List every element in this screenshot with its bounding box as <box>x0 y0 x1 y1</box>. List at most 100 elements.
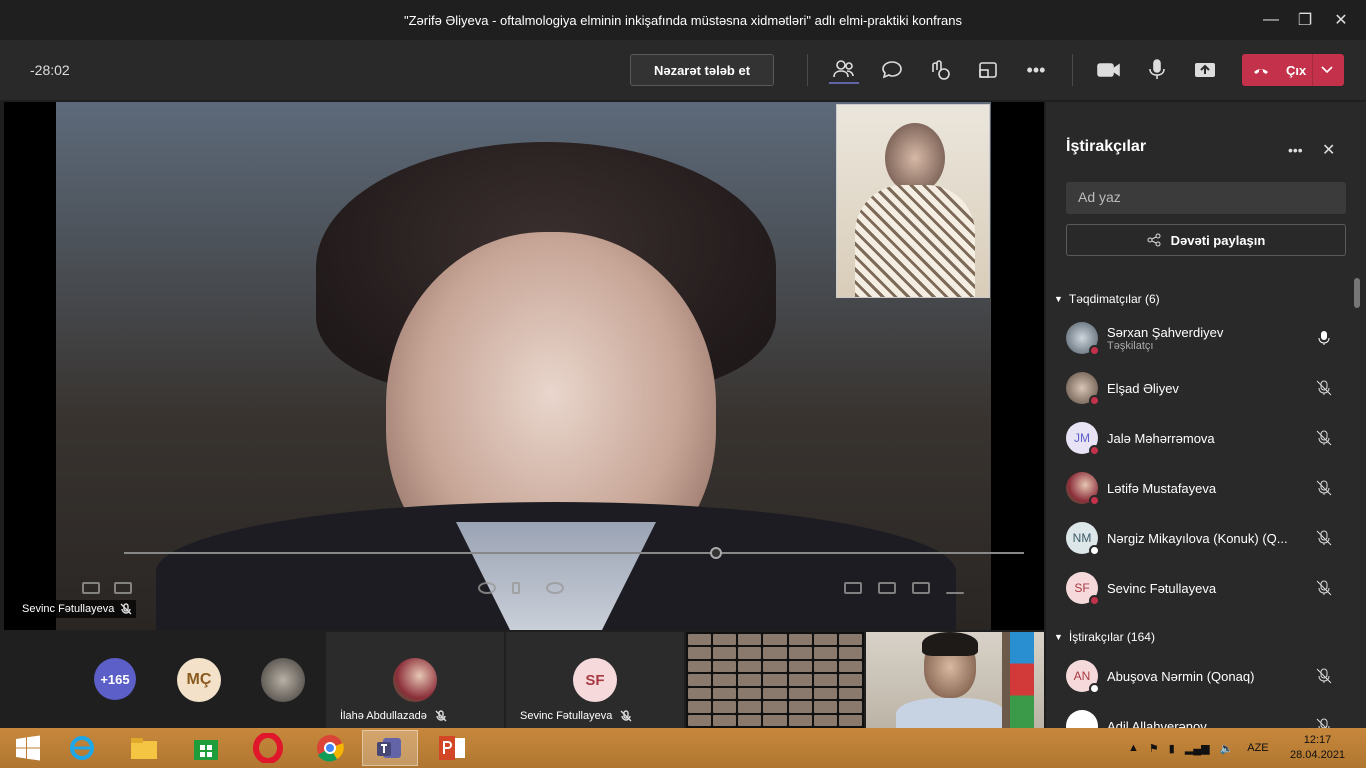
video-more-icon <box>946 592 964 594</box>
participants-panel: İştirakçılar ••• ✕ Ad yaz Dəvəti paylaşı… <box>1046 102 1366 728</box>
participant-name: Nərgiz Mikayılova (Konuk) (Q... <box>1107 530 1288 546</box>
participant-row[interactable]: AN Abuşova Nərmin (Qonaq) <box>1066 656 1346 696</box>
panel-scrollbar[interactable] <box>1354 278 1360 308</box>
attendees-section-header[interactable]: ▼ İştirakçılar (164) <box>1054 630 1155 644</box>
video-cc-icon <box>878 582 896 594</box>
battery-icon[interactable]: ▮ <box>1169 742 1175 755</box>
mic-off-icon[interactable] <box>1316 668 1332 684</box>
chevron-down-icon[interactable] <box>1320 64 1334 76</box>
reactions-icon[interactable] <box>925 56 955 84</box>
camera-person-hair <box>922 632 978 656</box>
share-screen-icon[interactable] <box>1190 56 1220 84</box>
participant-avatar: NM <box>1066 522 1100 556</box>
mic-off-icon[interactable] <box>1316 718 1332 728</box>
mic-off-icon <box>435 710 447 722</box>
breakout-rooms-icon[interactable] <box>973 56 1003 84</box>
self-camera-tile[interactable] <box>866 632 1044 728</box>
more-actions-icon[interactable]: ••• <box>1021 56 1051 84</box>
teams-icon[interactable] <box>362 730 418 766</box>
participants-icon[interactable] <box>829 56 859 84</box>
camera-icon[interactable] <box>1094 56 1124 84</box>
flag-icon[interactable]: ⚑ <box>1149 742 1159 755</box>
network-icon[interactable]: ▂▄▆ <box>1185 742 1210 755</box>
participant-name: Abuşova Nərmin (Qonaq) <box>1107 668 1255 684</box>
close-window-icon[interactable]: ✕ <box>1318 0 1364 40</box>
opera-icon[interactable] <box>240 730 296 766</box>
language-indicator[interactable]: AZE <box>1247 742 1268 754</box>
participant-name: Jalə Məhərrəmova <box>1107 430 1215 446</box>
participant-search-input[interactable]: Ad yaz <box>1066 182 1346 214</box>
participant-role: Təşkilatçı <box>1107 339 1154 352</box>
toolbar-divider <box>807 54 808 86</box>
video-edit-icon <box>844 582 862 594</box>
windows-start-icon[interactable] <box>0 730 56 766</box>
volume-icon[interactable]: 🔈 <box>1220 742 1234 755</box>
leave-divider <box>1312 54 1313 86</box>
participant-name: Sərxan Şahverdiyev <box>1107 324 1224 340</box>
video-progress-handle[interactable] <box>710 547 722 559</box>
chrome-icon[interactable] <box>302 730 358 766</box>
leave-button[interactable]: Çıx <box>1242 54 1344 86</box>
offline-status-icon <box>1089 683 1100 694</box>
video-progress-bar[interactable] <box>124 547 1024 559</box>
gallery-thumbnail[interactable] <box>686 632 864 728</box>
mic-off-icon[interactable] <box>1316 480 1332 496</box>
presenters-section-header[interactable]: ▼ Təqdimatçılar (6) <box>1054 292 1160 306</box>
participant-name: Adil Allahverənov <box>1107 718 1207 729</box>
share-invite-button[interactable]: Dəvəti paylaşın <box>1066 224 1346 256</box>
participant-name: Lətifə Mustafayeva <box>1107 480 1217 496</box>
offline-status-icon <box>1089 545 1100 556</box>
participant-avatar[interactable]: MÇ <box>177 658 221 702</box>
participant-initials: AN <box>1073 669 1091 683</box>
leave-label: Çıx <box>1286 62 1307 78</box>
file-explorer-icon[interactable] <box>116 730 172 766</box>
participant-avatar-logo <box>1066 710 1098 728</box>
dnd-status-icon <box>1089 595 1100 606</box>
participant-initials: JM <box>1074 431 1090 445</box>
microphone-on-icon[interactable] <box>1316 330 1332 346</box>
participant-row[interactable]: Sərxan Şahverdiyev Təşkilatçı <box>1066 318 1346 358</box>
video-tile[interactable]: İlahə Abdullazadə <box>326 632 504 728</box>
taskbar-clock[interactable]: 12:17 28.04.2021 <box>1290 733 1345 763</box>
speaker-name: Sevinc Fətullayeva <box>22 603 115 615</box>
participant-initials: NM <box>1072 531 1092 545</box>
participant-row[interactable]: NM Nərgiz Mikayılova (Konuk) (Q... <box>1066 518 1346 558</box>
participant-row[interactable]: Adil Allahverənov <box>1066 706 1346 728</box>
mic-off-icon[interactable] <box>1316 430 1332 446</box>
participant-name: Elşad Əliyev <box>1107 380 1179 396</box>
participant-row[interactable]: SF Sevinc Fətullayeva <box>1066 568 1346 608</box>
store-icon[interactable] <box>178 730 234 766</box>
share-invite-label: Dəvəti paylaşın <box>1170 232 1266 248</box>
mic-off-icon[interactable] <box>1316 530 1332 546</box>
participant-avatar-photo[interactable] <box>261 658 305 702</box>
inset-body <box>855 185 975 297</box>
participant-avatar-photo <box>1066 322 1100 356</box>
participant-row[interactable]: JM Jalə Məhərrəmova <box>1066 418 1346 458</box>
clock-date: 28.04.2021 <box>1290 749 1346 761</box>
meeting-timer: -28:02 <box>30 62 70 78</box>
participant-avatar-photo <box>393 658 437 702</box>
busy-status-icon <box>1089 395 1100 406</box>
participant-row[interactable]: Elşad Əliyev <box>1066 368 1346 408</box>
panel-title: İştirakçılar <box>1066 138 1147 155</box>
overflow-count-badge[interactable]: +165 <box>94 658 136 700</box>
close-panel-icon[interactable]: ✕ <box>1322 140 1335 160</box>
tile-name: İlahə Abdullazadə <box>340 710 427 722</box>
chat-icon[interactable] <box>877 56 907 84</box>
panel-more-icon[interactable]: ••• <box>1288 142 1303 158</box>
participant-avatar-photo <box>1066 472 1100 506</box>
clock-time: 12:17 <box>1303 734 1332 746</box>
participant-avatar: JM <box>1066 422 1100 456</box>
mic-off-icon[interactable] <box>1316 380 1332 396</box>
request-control-button[interactable]: Nəzarət tələb et <box>630 54 774 86</box>
video-tile[interactable]: SF Sevinc Fətullayeva <box>506 632 684 728</box>
participant-avatar: AN <box>1066 660 1100 694</box>
window-title: "Zərifə Əliyeva - oftalmologiya elminin … <box>403 12 962 28</box>
chevron-down-icon: ▼ <box>1054 632 1063 642</box>
internet-explorer-icon[interactable] <box>54 730 110 766</box>
microphone-icon[interactable] <box>1142 56 1172 84</box>
participant-row[interactable]: Lətifə Mustafayeva <box>1066 468 1346 508</box>
tray-expand-icon[interactable]: ▲ <box>1128 742 1139 754</box>
powerpoint-icon[interactable] <box>424 730 480 766</box>
mic-off-icon[interactable] <box>1316 580 1332 596</box>
